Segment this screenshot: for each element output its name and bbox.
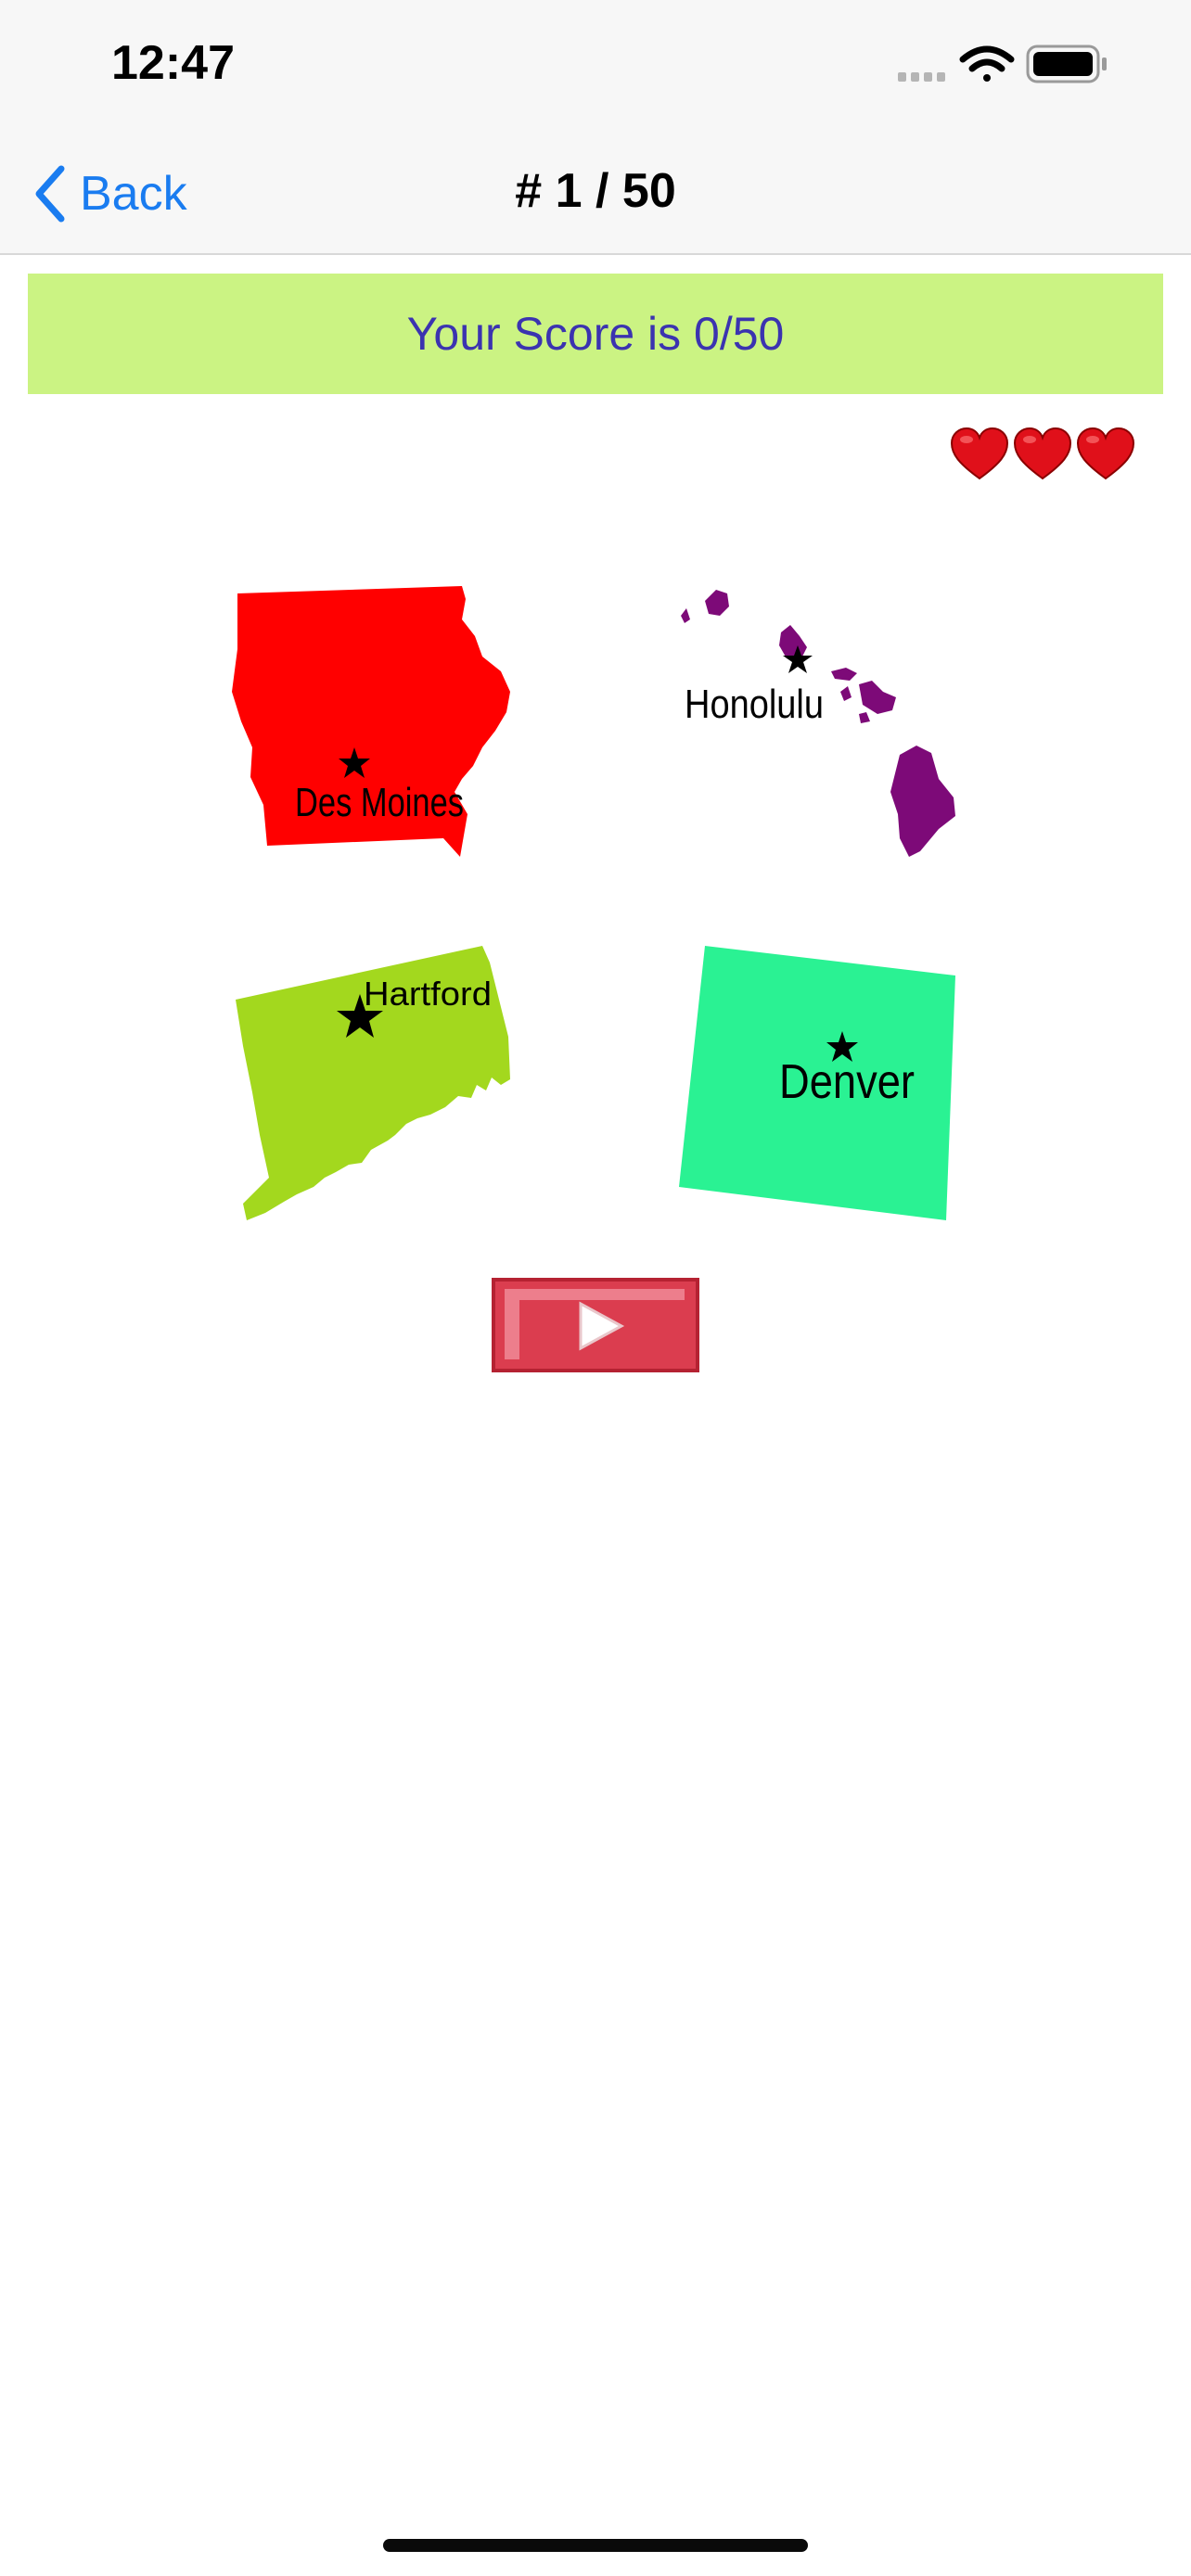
state-choice-colorado[interactable]: Denver bbox=[677, 944, 960, 1222]
capital-label: Hartford bbox=[364, 975, 492, 1013]
heart-icon bbox=[1076, 427, 1135, 480]
state-choice-connecticut[interactable]: Hartford bbox=[232, 944, 515, 1222]
lives-indicator bbox=[950, 427, 1135, 482]
score-banner: Your Score is 0/50 bbox=[28, 274, 1163, 394]
play-button[interactable] bbox=[492, 1278, 699, 1372]
status-bar: 12:47 bbox=[0, 0, 1191, 130]
heart-icon bbox=[950, 427, 1009, 480]
wifi-icon bbox=[959, 45, 1015, 82]
capital-label: Denver bbox=[779, 1055, 915, 1109]
state-choice-iowa[interactable]: Des Moines bbox=[232, 582, 515, 861]
capital-label: Des Moines bbox=[295, 780, 464, 825]
status-icons bbox=[898, 41, 1121, 96]
signal-icon bbox=[898, 72, 945, 82]
state-choice-hawaii[interactable]: Honolulu bbox=[677, 582, 960, 861]
status-time: 12:47 bbox=[111, 36, 235, 90]
capital-label: Honolulu bbox=[685, 682, 824, 727]
question-counter: # 1 / 50 bbox=[515, 164, 676, 218]
nav-bar: Back # 1 / 50 bbox=[0, 130, 1191, 255]
heart-icon bbox=[1013, 427, 1072, 480]
battery-icon bbox=[1026, 45, 1107, 83]
score-text: Your Score is 0/50 bbox=[406, 308, 785, 360]
home-indicator bbox=[383, 2539, 808, 2552]
